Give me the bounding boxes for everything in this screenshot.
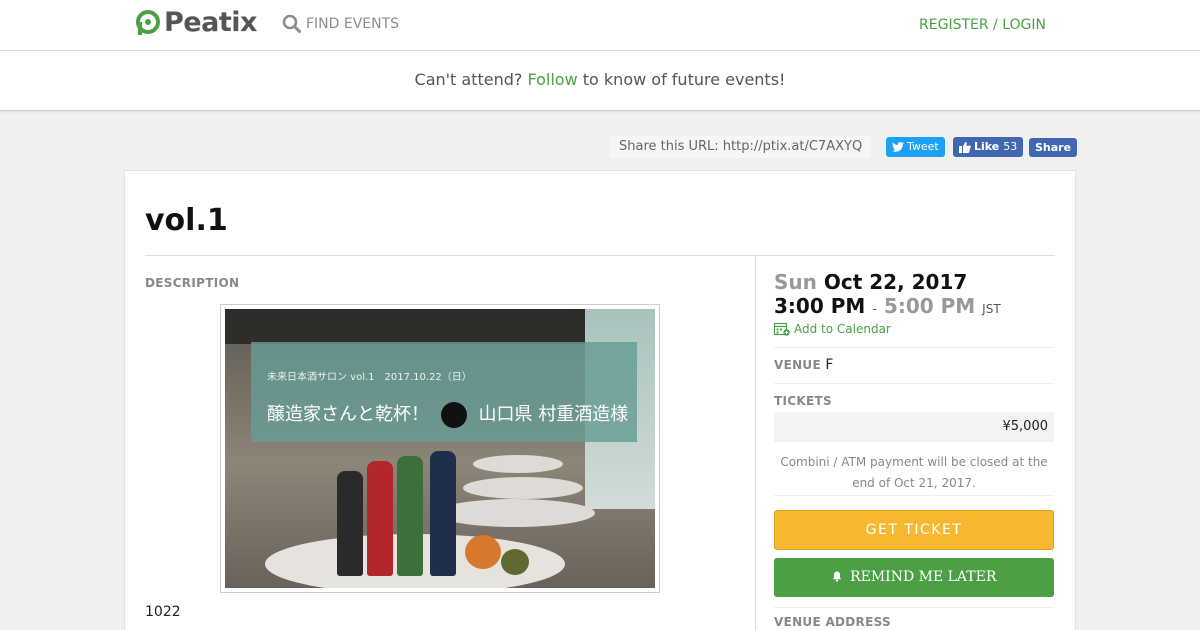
image-table: [463, 477, 583, 499]
image-overlay-subtitle: 未来日本酒サロン vol.1 2017.10.22（日）: [267, 372, 472, 383]
details-divider: [774, 347, 1054, 348]
image-overlay-title-left: 醸造家さんと乾杯！: [267, 404, 429, 425]
banner-prefix: Can't attend?: [414, 70, 523, 89]
peatix-logo-icon: [136, 10, 160, 35]
add-to-calendar-link[interactable]: Add to Calendar: [774, 322, 1054, 336]
facebook-share-button[interactable]: Share: [1029, 138, 1078, 157]
image-pumpkin: [501, 549, 529, 575]
image-text-overlay: 未来日本酒サロン vol.1 2017.10.22（日） 醸造家さんと乾杯！ 山…: [251, 342, 637, 442]
venue-label: VENUE: [774, 358, 821, 372]
image-table: [435, 499, 595, 527]
thumbs-up-icon: [959, 141, 971, 153]
event-end-time: 5:00 PM: [883, 294, 976, 318]
ticket-price[interactable]: ¥5,000: [774, 412, 1054, 442]
time-dash: -: [872, 302, 877, 317]
logo-text: Peatix: [164, 7, 257, 38]
event-image: 未来日本酒サロン vol.1 2017.10.22（日） 醸造家さんと乾杯！ 山…: [225, 309, 655, 588]
banner-suffix: to know of future events!: [582, 70, 786, 89]
follow-link[interactable]: Follow: [527, 70, 577, 89]
event-time: 3:00 PM - 5:00 PM JST: [774, 294, 1054, 318]
details-divider: [774, 495, 1054, 496]
payment-notice: Combini / ATM payment will be closed at …: [780, 455, 1048, 490]
get-ticket-button[interactable]: GET TICKET: [774, 510, 1054, 550]
title-divider: [145, 255, 1055, 256]
top-nav: Peatix FIND EVENTS REGISTER / LOGIN: [0, 0, 1200, 51]
peatix-logo[interactable]: Peatix: [135, 8, 257, 38]
remind-me-later-button[interactable]: REMIND ME LATER: [774, 558, 1054, 597]
find-events-link[interactable]: FIND EVENTS: [282, 14, 399, 33]
like-count: 53: [1003, 140, 1018, 153]
image-bottle: [397, 456, 423, 576]
event-timezone: JST: [982, 302, 1001, 316]
image-overlay-title-right: 山口県 村重酒造様: [478, 404, 629, 425]
event-date: Sun Oct 22, 2017: [774, 270, 1054, 294]
tickets-label: TICKETS: [774, 394, 832, 408]
find-events-label: FIND EVENTS: [306, 15, 400, 32]
event-day-of-week: Sun: [774, 270, 817, 294]
add-to-calendar-label: Add to Calendar: [794, 322, 891, 336]
follow-banner: Can't attend? Follow to know of future e…: [0, 51, 1200, 111]
image-overlay-title: 醸造家さんと乾杯！ 山口県 村重酒造様: [267, 400, 628, 428]
bell-icon: [832, 571, 841, 582]
image-bottle: [430, 451, 456, 576]
sake-glass-icon: [440, 402, 467, 428]
search-icon: [282, 14, 301, 33]
calendar-add-icon: [774, 322, 790, 336]
details-divider: [774, 383, 1054, 384]
details-divider: [774, 607, 1054, 608]
event-date-value: Oct 22, 2017: [823, 270, 968, 294]
tweet-button[interactable]: Tweet: [886, 137, 945, 157]
column-divider: [755, 255, 756, 630]
image-bottle: [367, 461, 393, 576]
like-label: Like: [974, 140, 1000, 153]
venue-address-label: VENUE ADDRESS: [774, 615, 891, 629]
facebook-like-button[interactable]: Like 53: [953, 137, 1024, 157]
share-url[interactable]: Share this URL: http://ptix.at/C7AXYQ: [610, 136, 872, 158]
event-image-frame: 未来日本酒サロン vol.1 2017.10.22（日） 醸造家さんと乾杯！ 山…: [220, 304, 660, 593]
image-table: [473, 455, 563, 473]
event-start-time: 3:00 PM: [774, 294, 866, 318]
description-text: 1022: [145, 604, 181, 620]
venue-row: VENUE F: [774, 357, 1054, 373]
tweet-label: Tweet: [907, 140, 939, 153]
remind-me-later-label: REMIND ME LATER: [850, 569, 997, 585]
image-pumpkin: [465, 535, 501, 569]
twitter-icon: [892, 142, 904, 152]
event-title: vol.1: [145, 203, 228, 238]
image-bottle: [337, 471, 363, 576]
venue-value: F: [825, 357, 834, 373]
register-login-link[interactable]: REGISTER / LOGIN: [919, 17, 1046, 33]
description-label: DESCRIPTION: [145, 276, 240, 290]
